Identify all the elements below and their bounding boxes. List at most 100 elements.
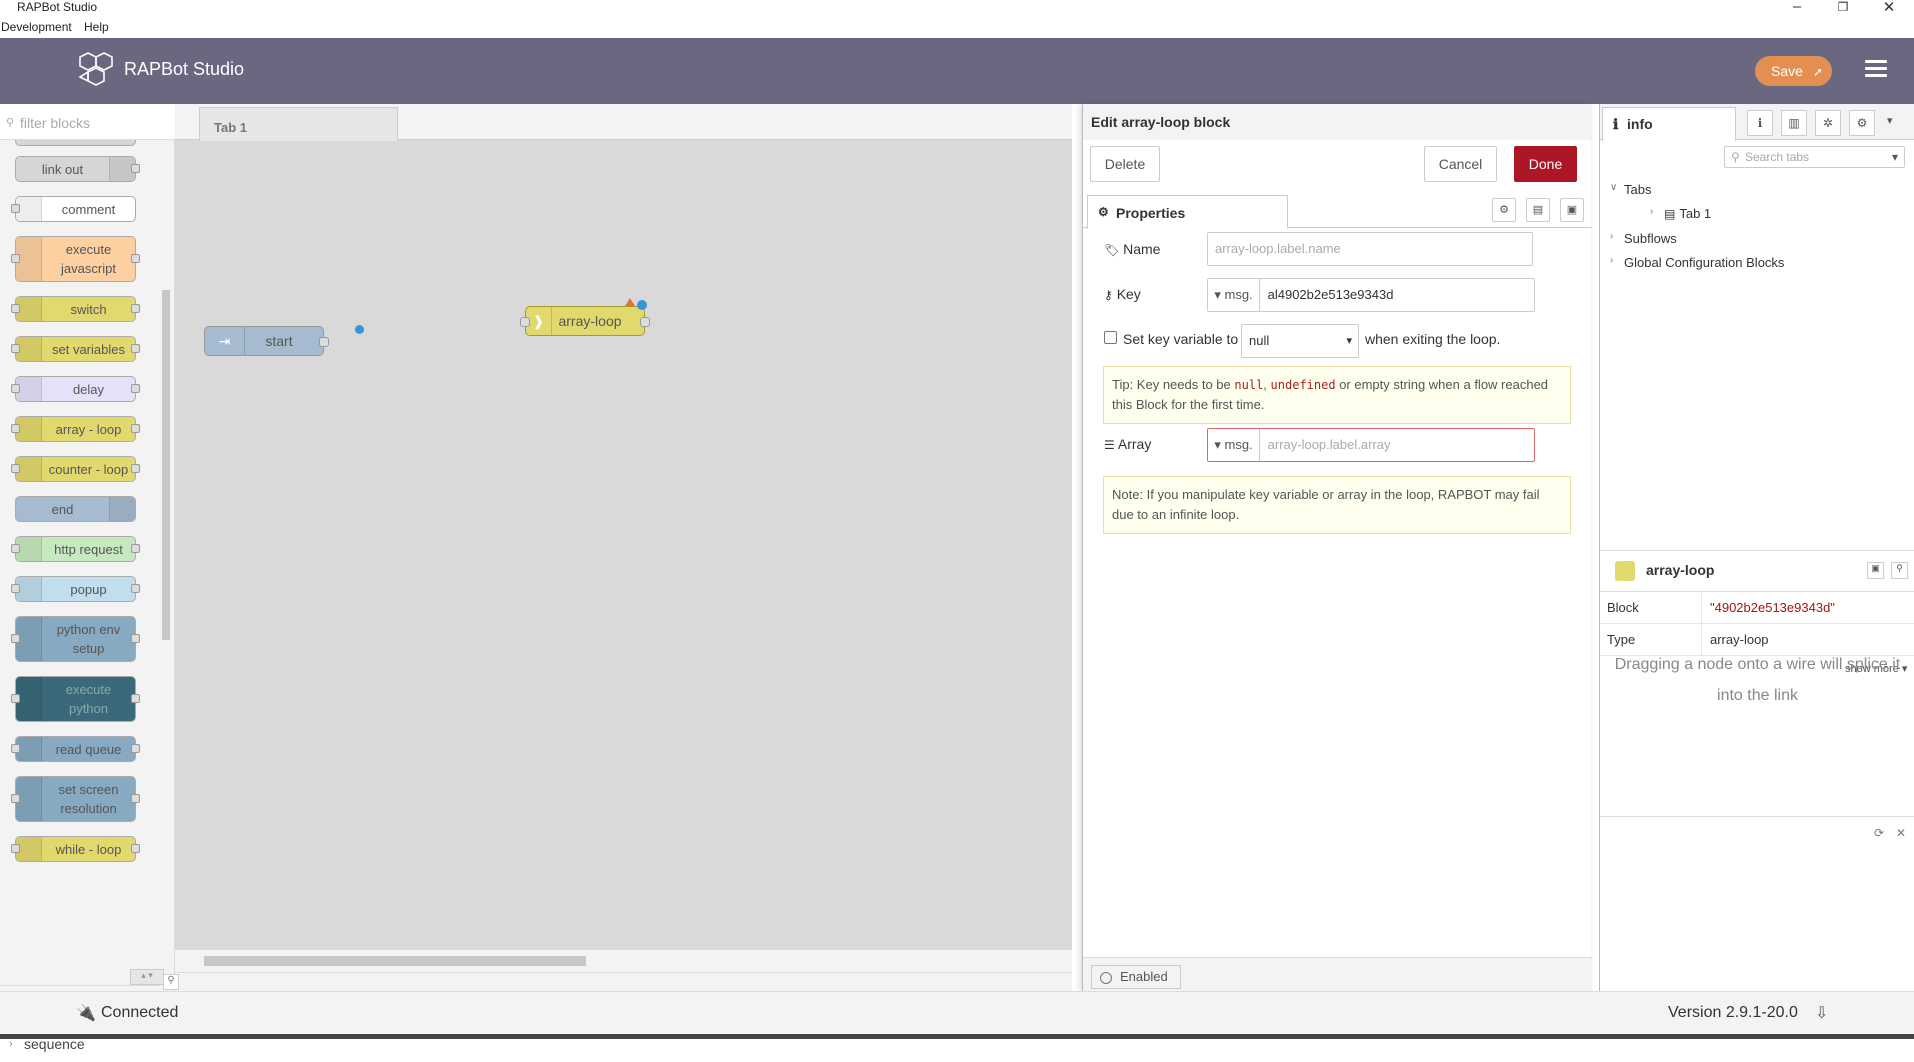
cancel-button[interactable]: Cancel xyxy=(1424,146,1497,182)
workspace-hscrollbar[interactable] xyxy=(175,950,1072,972)
input-port xyxy=(11,584,20,593)
array-loop-node[interactable]: ❱ array-loop xyxy=(520,298,650,336)
palette-node-label: link out xyxy=(41,161,84,177)
changed-indicator xyxy=(355,325,364,334)
search-tabs-input[interactable]: ⚲ Search tabs ▾ xyxy=(1724,146,1905,168)
tab-info[interactable]: ℹ info xyxy=(1602,107,1736,141)
search-icon[interactable]: ⚲ xyxy=(1891,562,1908,579)
palette-node-label: execute javascript xyxy=(61,242,116,276)
input-port xyxy=(11,384,20,393)
output-port xyxy=(131,464,140,473)
settings-gear-icon[interactable]: ⚙ xyxy=(1492,198,1516,222)
book-icon[interactable]: ▥ xyxy=(1781,110,1807,136)
info-icon[interactable]: ℹ xyxy=(1747,110,1773,136)
array-label: ☰ Array xyxy=(1104,436,1152,452)
palette-node-label: set screen resolution xyxy=(58,782,119,816)
palette-node[interactable]: execute python xyxy=(11,676,140,722)
set-key-checkbox[interactable] xyxy=(1104,331,1117,344)
done-button[interactable]: Done xyxy=(1514,146,1577,182)
palette-node[interactable]: python env setup xyxy=(11,616,140,662)
output-port xyxy=(131,544,140,553)
input-port[interactable] xyxy=(520,317,530,327)
palette-node[interactable]: delay xyxy=(11,376,140,402)
collapse-expand-icon[interactable]: ▴ ▾ xyxy=(130,969,164,985)
search-icon[interactable]: ⚲ xyxy=(163,974,179,990)
chevron-down-icon: ▾ xyxy=(1346,335,1352,347)
palette-scrollbar[interactable] xyxy=(160,140,172,945)
tab-properties[interactable]: ⚙ Properties xyxy=(1087,195,1288,229)
tree-global-config[interactable]: › Global Configuration Blocks xyxy=(1610,255,1784,270)
menu-development[interactable]: Development xyxy=(1,20,72,34)
download-icon[interactable]: ⇩ xyxy=(1815,1003,1828,1023)
tree-tab-1[interactable]: › ▤ Tab 1 xyxy=(1650,206,1711,221)
set-key-label: Set key variable to xyxy=(1123,331,1239,347)
input-port xyxy=(11,344,20,353)
output-port[interactable] xyxy=(640,317,650,327)
bug-icon[interactable]: ✲ xyxy=(1815,110,1841,136)
tree-tabs[interactable]: ∨ Tabs xyxy=(1610,182,1651,197)
filter-input[interactable]: filter blocks xyxy=(20,115,90,131)
palette-node[interactable]: set screen resolution xyxy=(11,776,140,822)
palette-node[interactable]: read queue xyxy=(11,736,140,762)
palette-node[interactable]: execute javascript xyxy=(11,236,140,282)
palette-node[interactable]: link out xyxy=(15,156,140,182)
workspace-tabbar: Tab 1 xyxy=(175,104,1072,141)
close-icon[interactable]: ✕ xyxy=(1896,826,1906,840)
description-icon[interactable]: ▤ xyxy=(1526,198,1550,222)
version-label: Version 2.9.1-20.0 xyxy=(1668,1004,1798,1021)
warning-triangle-icon xyxy=(625,298,635,306)
array-type-select[interactable]: ▾ msg. xyxy=(1208,429,1260,461)
edit-tray: Edit array-loop block Delete Cancel Done… xyxy=(1082,104,1592,991)
gear-icon: ⚙ xyxy=(1098,205,1109,219)
list-icon: ☰ xyxy=(1104,438,1115,452)
tab-1[interactable]: Tab 1 xyxy=(199,107,398,141)
output-port[interactable] xyxy=(319,337,329,347)
palette-node[interactable]: end xyxy=(15,496,136,522)
key-input[interactable]: ▾ msg. al4902b2e513e9343d xyxy=(1207,278,1535,312)
window-title: RAPBot Studio xyxy=(17,0,98,14)
palette-node-label: http request xyxy=(54,541,123,557)
name-input[interactable]: array-loop.label.name xyxy=(1207,232,1533,266)
palette-node[interactable]: switch xyxy=(11,296,140,322)
menu-help[interactable]: Help xyxy=(84,20,109,34)
palette-node[interactable]: comment xyxy=(11,196,136,222)
info-sidebar: ℹ info ℹ ▥ ✲ ⚙ ▾ ⚲ Search tabs ▾ ∨ Tabs ›… xyxy=(1599,104,1914,991)
window-bottom-edge xyxy=(0,1034,1914,1039)
chevron-down-icon[interactable]: ▾ xyxy=(1887,114,1893,127)
palette-node[interactable]: while - loop xyxy=(11,836,140,862)
info-icon: ℹ xyxy=(1613,116,1619,132)
refresh-icon[interactable]: ⟳ xyxy=(1874,826,1884,840)
palette-node[interactable]: counter - loop xyxy=(11,456,140,482)
start-node[interactable]: ⇥ start xyxy=(204,325,364,356)
filter-blocks[interactable]: ⚲ filter blocks xyxy=(0,104,175,140)
palette-node[interactable]: http request xyxy=(11,536,140,562)
save-button[interactable]: Save ➚ xyxy=(1755,56,1832,86)
close-button[interactable]: ✕ xyxy=(1874,0,1904,16)
connection-status: Connected xyxy=(101,1004,179,1021)
flow-link-icon[interactable]: ▣ xyxy=(1867,562,1884,579)
palette-node[interactable]: set variables xyxy=(11,336,140,362)
flow-workspace[interactable]: Tab 1 ⇥ start ❱ array-loop ⚲ xyxy=(163,104,1072,991)
palette-node-label: counter - loop xyxy=(48,461,129,477)
output-port xyxy=(131,584,140,593)
array-input[interactable]: ▾ msg. array-loop.label.array xyxy=(1207,428,1535,462)
config-gear-icon[interactable]: ⚙ xyxy=(1849,110,1875,136)
palette-node[interactable]: popup xyxy=(11,576,140,602)
enabled-toggle[interactable]: Enabled xyxy=(1091,965,1181,989)
output-port xyxy=(131,424,140,433)
input-port xyxy=(11,634,20,643)
chevron-down-icon: ▾ xyxy=(1891,150,1898,164)
window-titlebar: RAPBot Studio – ❐ ✕ xyxy=(0,0,1914,16)
set-key-select[interactable]: null ▾ xyxy=(1241,324,1359,358)
delete-button[interactable]: Delete xyxy=(1090,146,1160,182)
minimize-button[interactable]: – xyxy=(1782,0,1812,15)
tree-subflows[interactable]: › Subflows xyxy=(1610,231,1677,246)
hamburger-menu-icon[interactable] xyxy=(1865,60,1887,78)
appearance-icon[interactable]: ▣ xyxy=(1560,198,1584,222)
palette-node-label: end xyxy=(51,501,74,517)
restore-button[interactable]: ❐ xyxy=(1828,0,1858,14)
output-port xyxy=(131,384,140,393)
palette-node[interactable]: array - loop xyxy=(11,416,140,442)
input-port xyxy=(11,204,20,213)
key-type-select[interactable]: ▾ msg. xyxy=(1208,279,1260,311)
